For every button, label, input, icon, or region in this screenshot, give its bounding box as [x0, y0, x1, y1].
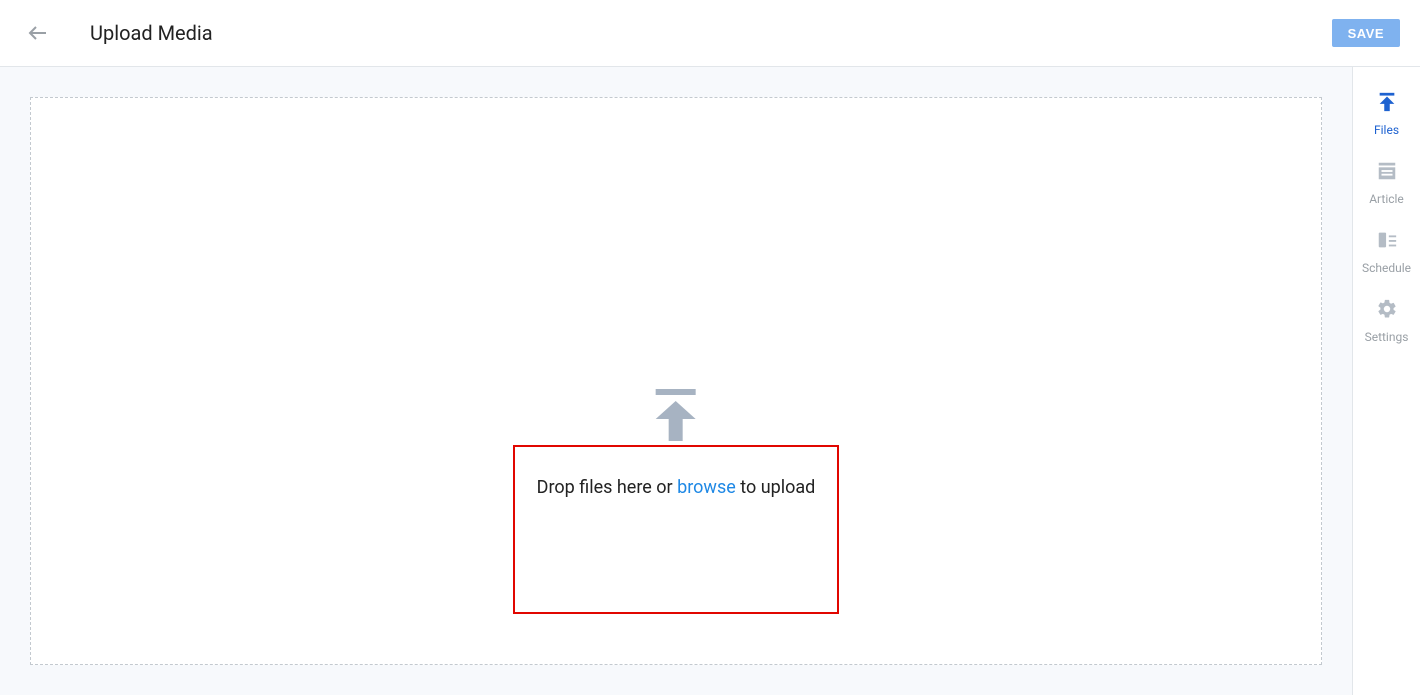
sidebar-item-label: Schedule — [1362, 261, 1411, 275]
dropzone-text-suffix: to upload — [736, 477, 816, 498]
sidebar-item-files[interactable]: Files — [1353, 81, 1420, 150]
sidebar-item-article[interactable]: Article — [1353, 150, 1420, 219]
sidebar-item-label: Article — [1369, 192, 1404, 206]
dropzone[interactable]: Drop files here or browse to upload — [30, 97, 1322, 665]
settings-icon — [1376, 298, 1398, 320]
article-icon — [1376, 160, 1398, 182]
browse-link[interactable]: browse — [677, 477, 736, 498]
dropzone-text: Drop files here or browse to upload — [537, 477, 816, 498]
page-title: Upload Media — [90, 21, 213, 45]
upload-icon — [652, 389, 700, 449]
header-left: Upload Media — [26, 21, 213, 45]
schedule-icon — [1376, 229, 1398, 251]
sidebar-item-label: Files — [1374, 123, 1399, 137]
sidebar-item-schedule[interactable]: Schedule — [1353, 219, 1420, 288]
sidebar-item-settings[interactable]: Settings — [1353, 288, 1420, 357]
dropzone-content: Drop files here or browse to upload — [537, 389, 816, 498]
sidebar-item-label: Settings — [1365, 330, 1409, 344]
save-button[interactable]: SAVE — [1332, 19, 1400, 47]
right-sidebar: Files Article — [1352, 67, 1420, 695]
main-panel: Drop files here or browse to upload — [0, 67, 1352, 695]
header: Upload Media SAVE — [0, 0, 1420, 67]
body-area: Drop files here or browse to upload File… — [0, 67, 1420, 695]
upload-icon — [1376, 91, 1398, 113]
dropzone-text-prefix: Drop files here or — [537, 477, 677, 498]
back-arrow-icon[interactable] — [26, 21, 50, 45]
